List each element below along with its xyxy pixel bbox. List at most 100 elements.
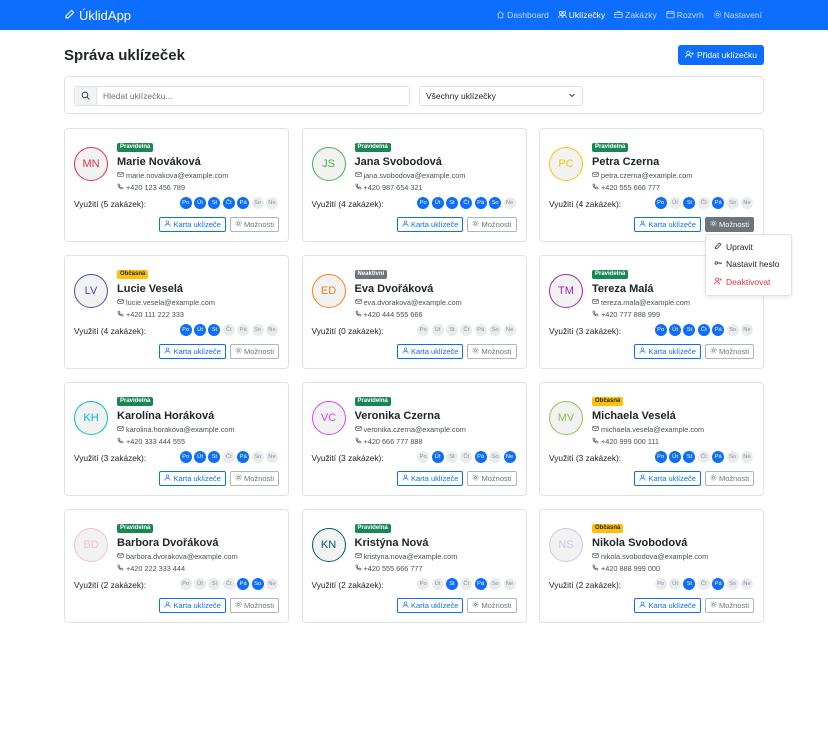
options-button[interactable]: Možnosti: [704, 344, 754, 359]
cleaner-phone-text: +420 555 666 777: [601, 182, 661, 192]
add-cleaner-button[interactable]: Přidat uklízečku: [678, 45, 764, 65]
brand-label: ÚklidApp: [79, 7, 132, 23]
options-button[interactable]: Možnosti: [229, 344, 279, 359]
cleaner-email: lucie.vesela@example.com: [117, 298, 215, 307]
nav-item-0[interactable]: Dashboard: [496, 10, 549, 21]
gear-icon: [710, 220, 717, 229]
gear-icon: [713, 10, 722, 21]
menu-item-person-x[interactable]: Deaktivovat: [706, 273, 791, 291]
cleaner-profile-button[interactable]: Karta uklízeče: [159, 344, 226, 359]
options-button[interactable]: Možnosti: [467, 344, 517, 359]
cleaner-profile-button[interactable]: Karta uklízeče: [634, 598, 701, 613]
card-actions: Karta uklízeče Možnosti: [396, 471, 517, 486]
day-indicator: Po: [417, 197, 430, 209]
day-indicator: So: [726, 197, 739, 209]
nav-item-4[interactable]: Nastavení: [713, 10, 762, 21]
utilization-label: Využití (3 zakázek):: [549, 453, 622, 463]
options-button[interactable]: Možnosti: [229, 471, 279, 486]
day-indicator: St: [445, 578, 458, 590]
cleaner-name: Tereza Malá: [592, 282, 654, 295]
person-card-icon: [639, 220, 646, 229]
envelope-icon: [354, 298, 362, 307]
cleaner-profile-button[interactable]: Karta uklízeče: [396, 344, 464, 359]
cleaner-phone-text: +420 111 222 333: [126, 309, 184, 319]
options-button[interactable]: Možnosti: [704, 217, 754, 232]
cleaner-email-text: petra.czerna@example.com: [601, 170, 693, 180]
cleaner-email-text: karolina.horakova@example.com: [126, 424, 235, 434]
cleaner-profile-label: Karta uklízeče: [410, 347, 459, 356]
cleaner-email: marie.novakova@example.com: [117, 171, 228, 180]
avatar: MV: [549, 401, 583, 435]
menu-item-label: Deaktivovat: [726, 276, 771, 287]
availability-days: Po Út St Čt Pá So Ne: [179, 324, 278, 336]
cleaner-name: Marie Nováková: [117, 155, 201, 168]
options-button[interactable]: Možnosti: [704, 471, 754, 486]
envelope-icon: [354, 171, 362, 180]
day-indicator: St: [683, 324, 696, 336]
cleaner-phone: +420 555 666 777: [355, 564, 458, 573]
nav-item-3[interactable]: Rozvrh: [666, 10, 704, 21]
day-indicator: Čt: [697, 578, 710, 590]
menu-item-key[interactable]: Nastavit heslo: [706, 256, 791, 274]
cleaner-profile-button[interactable]: Karta uklízeče: [159, 471, 226, 486]
day-indicator: Čt: [222, 451, 235, 463]
availability-days: Po Út St Čt Pá So Ne: [179, 451, 278, 463]
cleaner-profile-label: Karta uklízeče: [410, 601, 459, 610]
person-card-icon: [639, 601, 646, 610]
cleaner-profile-label: Karta uklízeče: [173, 347, 221, 356]
day-indicator: So: [251, 324, 264, 336]
cleaner-email: petra.czerna@example.com: [592, 171, 692, 180]
avatar: TM: [549, 274, 583, 308]
cleaner-name: Veronika Czerna: [354, 409, 441, 422]
status-badge: Pravidelná: [354, 396, 391, 406]
options-button[interactable]: Možnosti: [229, 598, 279, 613]
gear-icon: [710, 347, 717, 356]
cleaner-profile-button[interactable]: Karta uklízeče: [159, 217, 226, 232]
search-input[interactable]: [97, 87, 409, 105]
status-badge: Občasná: [592, 523, 624, 533]
cleaner-profile-button[interactable]: Karta uklízeče: [634, 344, 701, 359]
day-indicator: So: [726, 451, 739, 463]
nav-item-label: Dashboard: [507, 10, 549, 20]
day-indicator: Ne: [741, 578, 753, 590]
person-card-icon: [402, 220, 409, 229]
cleaner-profile-button[interactable]: Karta uklízeče: [396, 471, 464, 486]
cleaner-info: Pravidelná Karolína Horáková karolina.hora…: [117, 394, 234, 446]
cleaner-profile-label: Karta uklízeče: [173, 474, 221, 483]
options-button[interactable]: Možnosti: [704, 598, 754, 613]
card-actions: Karta uklízeče Možnosti: [159, 217, 279, 232]
status-badge: Občasná: [592, 396, 624, 406]
phone-icon: [117, 183, 124, 192]
brand[interactable]: ÚklidApp: [64, 8, 131, 23]
day-indicator: Ne: [741, 451, 753, 463]
cleaner-phone-text: +420 777 888 999: [601, 309, 661, 319]
options-button[interactable]: Možnosti: [229, 217, 279, 232]
cleaner-profile-button[interactable]: Karta uklízeče: [396, 598, 464, 613]
cleaner-info: Pravidelná Petra Czerna petra.czerna@examp…: [592, 140, 692, 192]
day-indicator: Ne: [266, 324, 278, 336]
cleaner-filter-select[interactable]: Všechny uklízečky: [419, 86, 583, 106]
options-button[interactable]: Možnosti: [467, 471, 517, 486]
options-button[interactable]: Možnosti: [467, 598, 517, 613]
cleaner-profile-button[interactable]: Karta uklízeče: [396, 217, 464, 232]
envelope-icon: [354, 425, 362, 434]
status-badge: Pravidelná: [354, 142, 391, 152]
day-indicator: Pá: [237, 578, 250, 590]
day-indicator: So: [489, 197, 502, 209]
nav-item-2[interactable]: Zakázky: [614, 10, 657, 21]
gear-icon: [472, 474, 479, 483]
cleaner-name: Eva Dvořáková: [354, 282, 434, 295]
nav-item-1[interactable]: Uklízečky: [557, 10, 605, 21]
people-icon: [557, 10, 567, 21]
cleaner-profile-button[interactable]: Karta uklízeče: [634, 471, 701, 486]
menu-item-pencil[interactable]: Upravit: [706, 238, 791, 256]
day-indicator: Po: [179, 578, 192, 590]
utilization-label: Využití (2 zakázek):: [74, 580, 147, 590]
menu-item-label: Nastavit heslo: [726, 259, 780, 270]
cleaner-profile-button[interactable]: Karta uklízeče: [634, 217, 701, 232]
day-indicator: Čt: [460, 324, 473, 336]
cleaner-email-text: jana.svobodova@example.com: [363, 170, 466, 180]
options-button[interactable]: Možnosti: [467, 217, 517, 232]
day-indicator: Čt: [697, 324, 710, 336]
cleaner-profile-button[interactable]: Karta uklízeče: [159, 598, 226, 613]
